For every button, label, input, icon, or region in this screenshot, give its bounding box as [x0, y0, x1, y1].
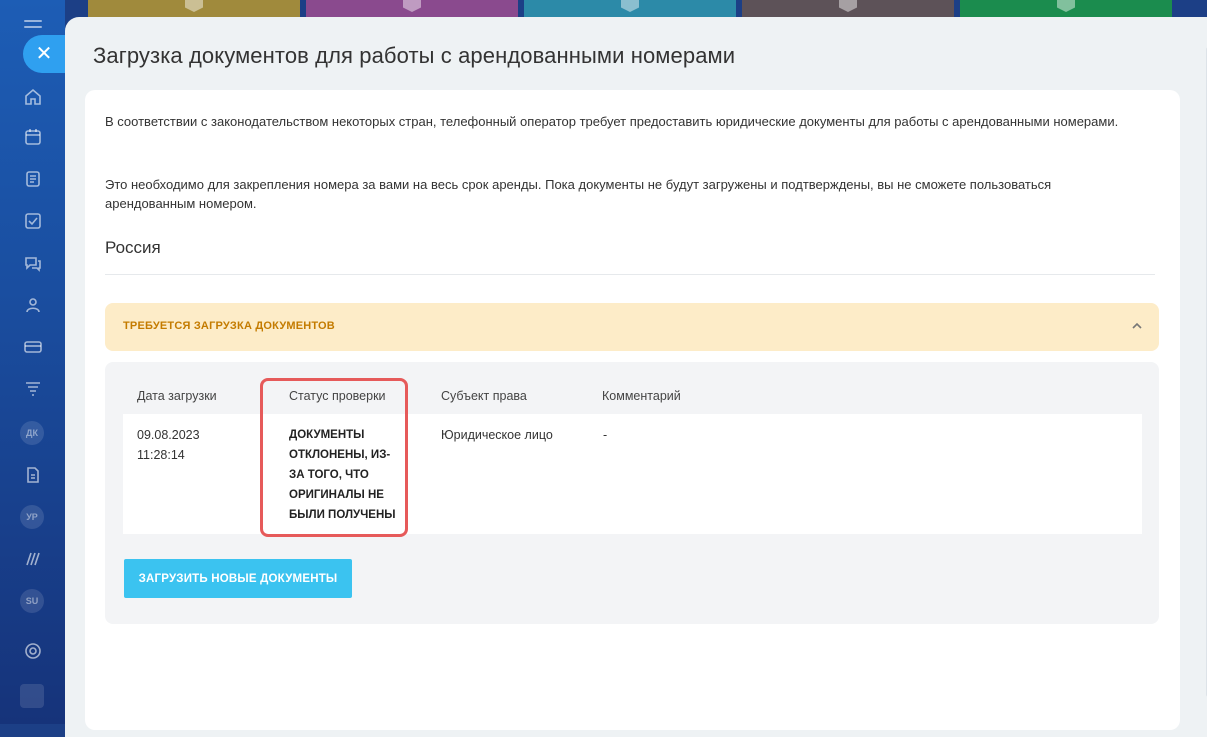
hex-icon	[621, 0, 639, 12]
settings-icon[interactable]	[22, 640, 44, 662]
tile-green	[960, 0, 1172, 17]
close-button[interactable]: ✕	[23, 35, 65, 73]
page-title: Загрузка документов для работы с арендов…	[93, 43, 736, 68]
upload-time: 11:28:14	[137, 448, 185, 462]
row-date: 09.08.2023 11:28:14	[137, 425, 200, 465]
slider-panel: Загрузка документов для работы с арендов…	[65, 17, 1207, 737]
header-upload-date: Дата загрузки	[137, 389, 217, 403]
badge-ur[interactable]: УР	[20, 505, 44, 529]
hex-icon	[839, 0, 857, 12]
card-icon[interactable]	[22, 336, 44, 358]
hex-icon	[1057, 0, 1075, 12]
header-comment: Комментарий	[602, 389, 681, 403]
chevron-up-icon[interactable]	[1131, 320, 1143, 332]
hex-icon	[403, 0, 421, 12]
divider	[105, 274, 1155, 275]
document-icon[interactable]	[22, 168, 44, 190]
badge-su[interactable]: SU	[20, 589, 44, 613]
upload-date: 09.08.2023	[137, 428, 200, 442]
badge-dk[interactable]: ДК	[20, 421, 44, 445]
stripes-icon[interactable]	[22, 548, 44, 570]
tile-teal	[524, 0, 736, 17]
alert-banner[interactable]: ТРЕБУЕТСЯ ЗАГРУЗКА ДОКУМЕНТОВ	[105, 303, 1159, 351]
status-highlight	[260, 378, 408, 537]
header-subject: Субъект права	[441, 389, 527, 403]
tile-gray	[742, 0, 954, 17]
comment-text: -	[603, 428, 608, 442]
documents-section: Дата загрузки Статус проверки Субъект пр…	[105, 362, 1159, 624]
left-sidebar: ✕ ДК УР SU	[0, 0, 65, 724]
subject-text: Юридическое лицо	[441, 428, 553, 442]
country-heading: Россия	[105, 238, 161, 257]
tile-purple	[306, 0, 518, 17]
menu-icon[interactable]	[24, 20, 42, 34]
chat-icon[interactable]	[22, 252, 44, 274]
contacts-icon[interactable]	[22, 294, 44, 316]
calendar-icon[interactable]	[22, 126, 44, 148]
upload-documents-button[interactable]: ЗАГРУЗИТЬ НОВЫЕ ДОКУМЕНТЫ	[124, 559, 352, 598]
home-icon[interactable]	[22, 86, 44, 108]
background-tiles	[88, 0, 1207, 17]
tasks-icon[interactable]	[22, 210, 44, 232]
tile-yellow	[88, 0, 300, 17]
info-paragraph: Это необходимо для закрепления номера за…	[105, 177, 1052, 211]
profile-icon[interactable]	[20, 684, 44, 708]
filter-icon[interactable]	[22, 378, 44, 400]
content-card: В соответствии с законодательством некот…	[85, 90, 1180, 730]
file-icon[interactable]	[22, 464, 44, 486]
intro-paragraph: В соответствии с законодательством некот…	[105, 114, 1119, 129]
hex-icon	[185, 0, 203, 12]
alert-text: ТРЕБУЕТСЯ ЗАГРУЗКА ДОКУМЕНТОВ	[123, 320, 335, 332]
